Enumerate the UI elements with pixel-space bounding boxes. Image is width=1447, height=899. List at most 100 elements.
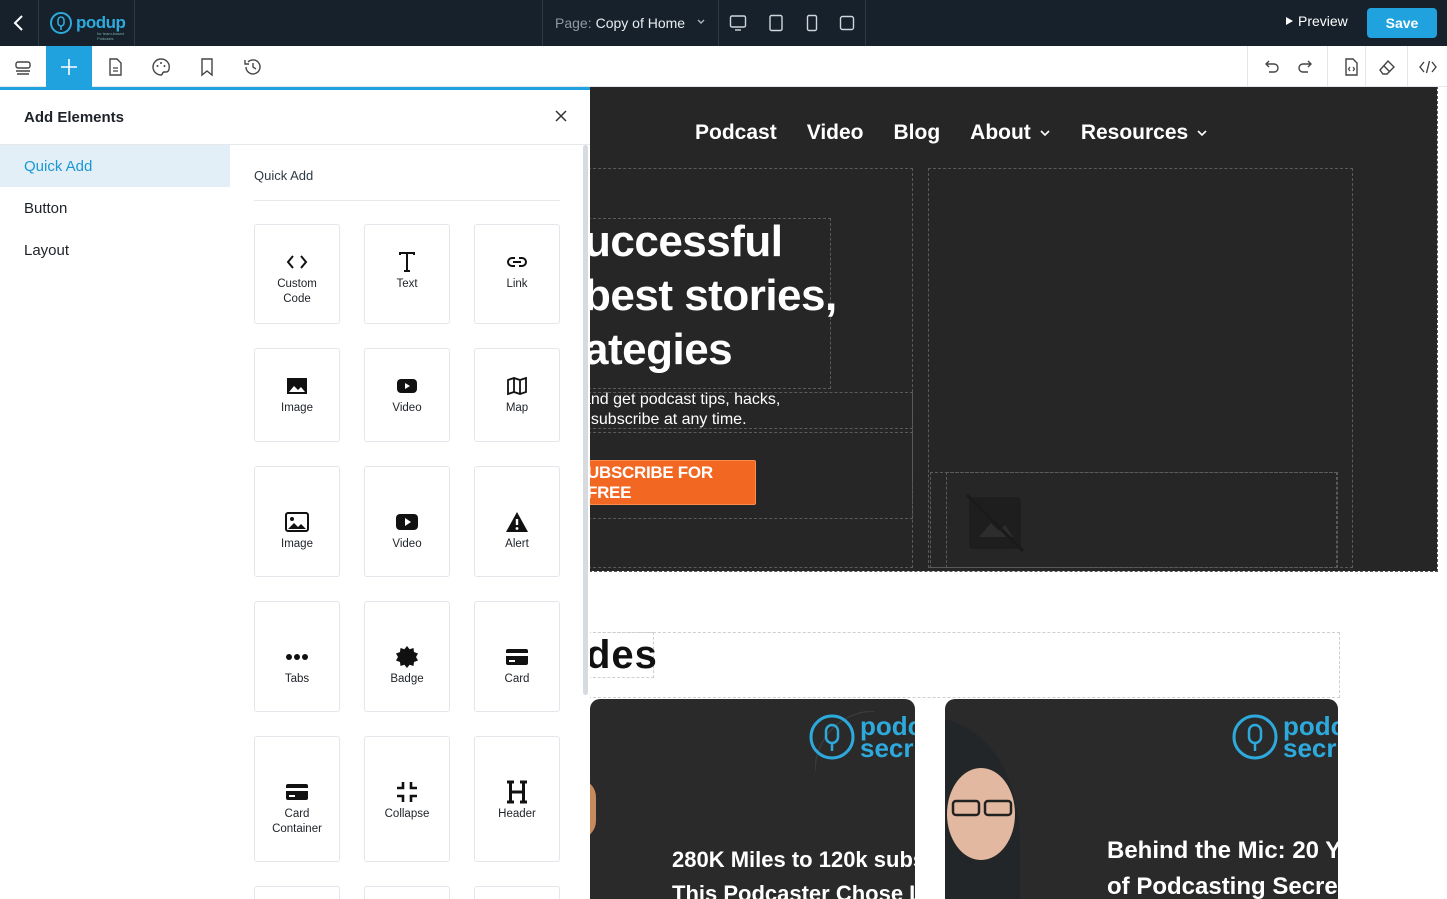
tile-custom-code[interactable]: Custom Code bbox=[254, 224, 340, 324]
tile-label: Video bbox=[392, 538, 422, 550]
nav-label: Podcast bbox=[695, 121, 777, 144]
page-icon bbox=[109, 57, 122, 76]
clear-button[interactable] bbox=[1365, 46, 1407, 87]
category-layout[interactable]: Layout bbox=[0, 229, 230, 271]
tile-label: Custom Code bbox=[277, 278, 317, 305]
tile-collapse[interactable]: Collapse bbox=[364, 736, 450, 862]
play-icon bbox=[1286, 17, 1293, 25]
nav-item-podcast[interactable]: Podcast bbox=[695, 121, 777, 145]
map-icon bbox=[507, 376, 527, 396]
category-quick-add[interactable]: Quick Add bbox=[0, 145, 230, 187]
category-list: Quick Add Button Layout bbox=[0, 145, 230, 271]
pages-button[interactable] bbox=[92, 46, 138, 87]
link-icon bbox=[507, 257, 527, 267]
nav-label: Video bbox=[806, 121, 864, 144]
eraser-icon bbox=[1378, 59, 1395, 75]
site-nav: Podcast Video Blog About Resources bbox=[695, 121, 1238, 145]
mobile-view-button[interactable] bbox=[801, 12, 823, 34]
redo-button[interactable] bbox=[1283, 46, 1329, 87]
square-view-button[interactable] bbox=[836, 12, 858, 34]
nav-label: About bbox=[970, 121, 1031, 144]
layers-button[interactable] bbox=[0, 46, 46, 87]
panel-header: Add Elements bbox=[0, 90, 590, 145]
logo-text: podup bbox=[76, 13, 126, 32]
card-title-line: of Podcasting Secre bbox=[1107, 873, 1338, 899]
tile-header[interactable]: Header bbox=[474, 736, 560, 862]
badge-icon bbox=[396, 646, 418, 668]
close-panel-button[interactable] bbox=[552, 107, 570, 125]
preview-label: Preview bbox=[1298, 13, 1348, 29]
element-grid: Quick Add Custom Code Text Link Image Vi… bbox=[254, 145, 560, 899]
chevron-left-icon bbox=[13, 15, 23, 31]
tile-tabs[interactable]: Tabs bbox=[254, 601, 340, 712]
tile-badge[interactable]: Badge bbox=[364, 601, 450, 712]
subscribe-button[interactable]: UBSCRIBE FOR FREE bbox=[590, 460, 756, 505]
tile-image[interactable]: Image bbox=[254, 348, 340, 442]
card-brand-text-2: secr bbox=[1283, 733, 1337, 763]
tile-map[interactable]: Map bbox=[474, 348, 560, 442]
undo-icon bbox=[1264, 60, 1279, 73]
tile-link[interactable]: Link bbox=[474, 224, 560, 324]
hero-section[interactable]: Podcast Video Blog About Resources ucces… bbox=[590, 87, 1438, 572]
tile-image[interactable]: Image bbox=[254, 466, 340, 577]
guest-photo bbox=[945, 719, 1020, 899]
nav-label: Resources bbox=[1080, 121, 1189, 144]
page-selector[interactable]: Page: Copy of Home bbox=[542, 0, 719, 46]
microphone-logo-icon bbox=[1232, 714, 1278, 760]
tablet-view-button[interactable] bbox=[765, 12, 787, 34]
video-icon bbox=[396, 514, 418, 530]
preview-button[interactable]: Preview bbox=[1284, 13, 1348, 29]
history-button[interactable] bbox=[230, 46, 276, 87]
tile-partial[interactable] bbox=[254, 886, 340, 899]
desktop-view-button[interactable] bbox=[727, 12, 749, 34]
page-selector-label: Page: bbox=[555, 15, 592, 31]
tile-partial[interactable] bbox=[364, 886, 450, 899]
saved-blocks-button[interactable] bbox=[184, 46, 230, 87]
tile-partial[interactable] bbox=[474, 886, 560, 899]
tile-label: Card bbox=[504, 673, 530, 685]
category-button[interactable]: Button bbox=[0, 187, 230, 229]
tile-alert[interactable]: Alert bbox=[474, 466, 560, 577]
tile-video[interactable]: Video bbox=[364, 348, 450, 442]
hero-heading: uccessful best stories, ategies bbox=[590, 215, 837, 377]
chevron-down-icon bbox=[1040, 130, 1050, 137]
episode-card[interactable]: podc secr Behind the Mic: 20 Y of Podcas… bbox=[945, 699, 1338, 899]
episode-card[interactable]: podc secr 280K Miles to 120k subs This P… bbox=[590, 699, 915, 899]
tile-video[interactable]: Video bbox=[364, 466, 450, 577]
back-button[interactable] bbox=[0, 0, 39, 46]
collapse-icon bbox=[397, 782, 417, 802]
hero-text-line: and get podcast tips, hacks, bbox=[590, 391, 781, 408]
editor-canvas[interactable]: Podcast Video Blog About Resources ucces… bbox=[590, 87, 1447, 899]
code-view-button[interactable] bbox=[1407, 46, 1447, 87]
nav-item-blog[interactable]: Blog bbox=[894, 121, 941, 145]
section-outline[interactable] bbox=[590, 632, 1340, 698]
add-element-button[interactable] bbox=[46, 46, 92, 87]
panel-scrollbar[interactable] bbox=[583, 145, 588, 695]
styles-button[interactable] bbox=[138, 46, 184, 87]
tile-card[interactable]: Card bbox=[474, 601, 560, 712]
device-switcher bbox=[719, 0, 866, 46]
image-icon bbox=[285, 512, 309, 532]
nav-item-video[interactable]: Video bbox=[807, 121, 864, 145]
tile-text[interactable]: Text bbox=[364, 224, 450, 324]
nav-item-resources[interactable]: Resources bbox=[1081, 121, 1208, 145]
card-brand: podc secr bbox=[1231, 713, 1338, 761]
editor-toolbar bbox=[0, 46, 1447, 87]
hero-heading-line: ategies bbox=[590, 325, 733, 374]
hero-heading-line: best stories, bbox=[590, 271, 837, 320]
page-selector-value: Copy of Home bbox=[595, 15, 686, 31]
image-placeholder-icon bbox=[965, 493, 1025, 553]
card-brand: podc secr bbox=[808, 713, 915, 761]
microphone-logo-icon bbox=[50, 12, 72, 34]
card-title-line: This Podcaster Chose L bbox=[672, 881, 915, 899]
tablet-icon bbox=[769, 14, 783, 32]
tile-label: Text bbox=[396, 278, 418, 290]
nav-item-about[interactable]: About bbox=[970, 121, 1051, 145]
card-brand-text-2: secr bbox=[860, 733, 914, 763]
tile-label: Card Container bbox=[272, 808, 322, 835]
panel-title: Add Elements bbox=[24, 108, 125, 126]
tile-label: Map bbox=[505, 402, 529, 414]
save-button[interactable]: Save bbox=[1367, 8, 1437, 38]
tile-card-container[interactable]: Card Container bbox=[254, 736, 340, 862]
logo-tagline: for team-based Podcasts bbox=[97, 31, 124, 41]
